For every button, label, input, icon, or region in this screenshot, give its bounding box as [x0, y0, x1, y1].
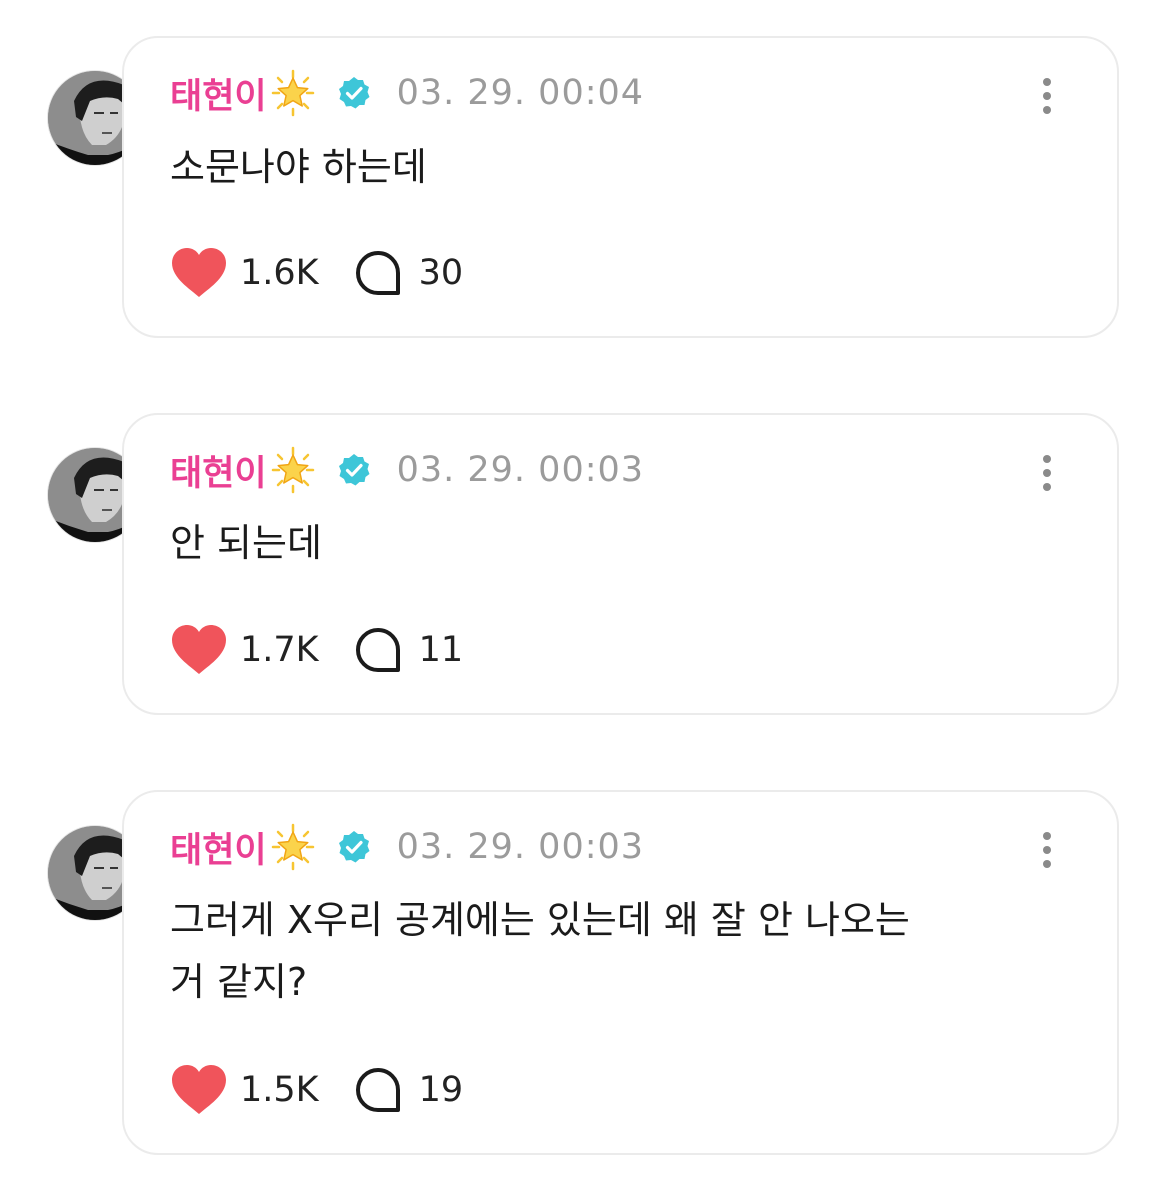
glowing-star-icon — [269, 69, 317, 117]
comment-bubble-icon — [353, 625, 403, 675]
more-options-button[interactable] — [1027, 830, 1067, 870]
post-stats: 1.6K 30 — [170, 243, 463, 303]
like-button[interactable]: 1.5K — [170, 1064, 319, 1116]
more-options-button[interactable] — [1027, 453, 1067, 493]
like-count: 1.7K — [240, 630, 319, 670]
like-count: 1.5K — [240, 1070, 319, 1110]
glowing-star-icon — [269, 446, 317, 494]
comment-bubble-icon — [353, 1065, 403, 1115]
comment-bubble-icon — [353, 248, 403, 298]
like-button[interactable]: 1.6K — [170, 247, 319, 299]
post-text-line: 소문나야 하는데 — [170, 145, 427, 189]
heart-icon — [170, 1064, 228, 1116]
verified-badge-icon — [337, 830, 371, 864]
more-vertical-icon — [1043, 832, 1051, 868]
comment-count: 11 — [418, 630, 464, 670]
post-text-line: 안 되는데 — [170, 521, 322, 565]
post-text-line: 거 같지? — [170, 960, 308, 1004]
like-count: 1.6K — [240, 253, 319, 293]
comment-button[interactable]: 11 — [353, 625, 464, 675]
post-header: 태현이 03. 29. 00:04 — [170, 68, 644, 118]
heart-icon — [170, 247, 228, 299]
comment-count: 19 — [418, 1070, 464, 1110]
username[interactable]: 태현이 — [170, 445, 267, 496]
more-options-button[interactable] — [1027, 76, 1067, 116]
post-timestamp: 03. 29. 00:04 — [396, 73, 645, 113]
post-bubble[interactable]: 태현이 03. 29. 00:03 안 되는데 1.7K 11 — [122, 413, 1119, 715]
more-vertical-icon — [1043, 455, 1051, 491]
post-bubble[interactable]: 태현이 03. 29. 00:04 소문나야 하는데 1.6K 30 — [122, 36, 1119, 338]
post-text: 안 되는데 — [170, 512, 1070, 574]
post-text: 소문나야 하는데 — [170, 136, 1070, 198]
like-button[interactable]: 1.7K — [170, 624, 319, 676]
comment-button[interactable]: 19 — [353, 1065, 464, 1115]
glowing-star-icon — [269, 823, 317, 871]
post-timestamp: 03. 29. 00:03 — [396, 827, 645, 867]
comment-button[interactable]: 30 — [353, 248, 464, 298]
verified-badge-icon — [337, 76, 371, 110]
post-text-line: 그러게 X우리 공계에는 있는데 왜 잘 안 나오는 — [170, 898, 910, 942]
more-vertical-icon — [1043, 78, 1051, 114]
verified-badge-icon — [337, 453, 371, 487]
post-bubble[interactable]: 태현이 03. 29. 00:03 그러게 X우리 공계에는 있는데 왜 잘 안… — [122, 790, 1119, 1155]
comment-count: 30 — [418, 253, 464, 293]
username[interactable]: 태현이 — [170, 822, 267, 873]
post-stats: 1.7K 11 — [170, 620, 463, 680]
heart-icon — [170, 624, 228, 676]
post-timestamp: 03. 29. 00:03 — [396, 450, 645, 490]
post-header: 태현이 03. 29. 00:03 — [170, 822, 644, 872]
post-stats: 1.5K 19 — [170, 1060, 463, 1120]
post-text: 그러게 X우리 공계에는 있는데 왜 잘 안 나오는 거 같지? — [170, 889, 1070, 1013]
username[interactable]: 태현이 — [170, 68, 267, 119]
post-header: 태현이 03. 29. 00:03 — [170, 445, 644, 495]
